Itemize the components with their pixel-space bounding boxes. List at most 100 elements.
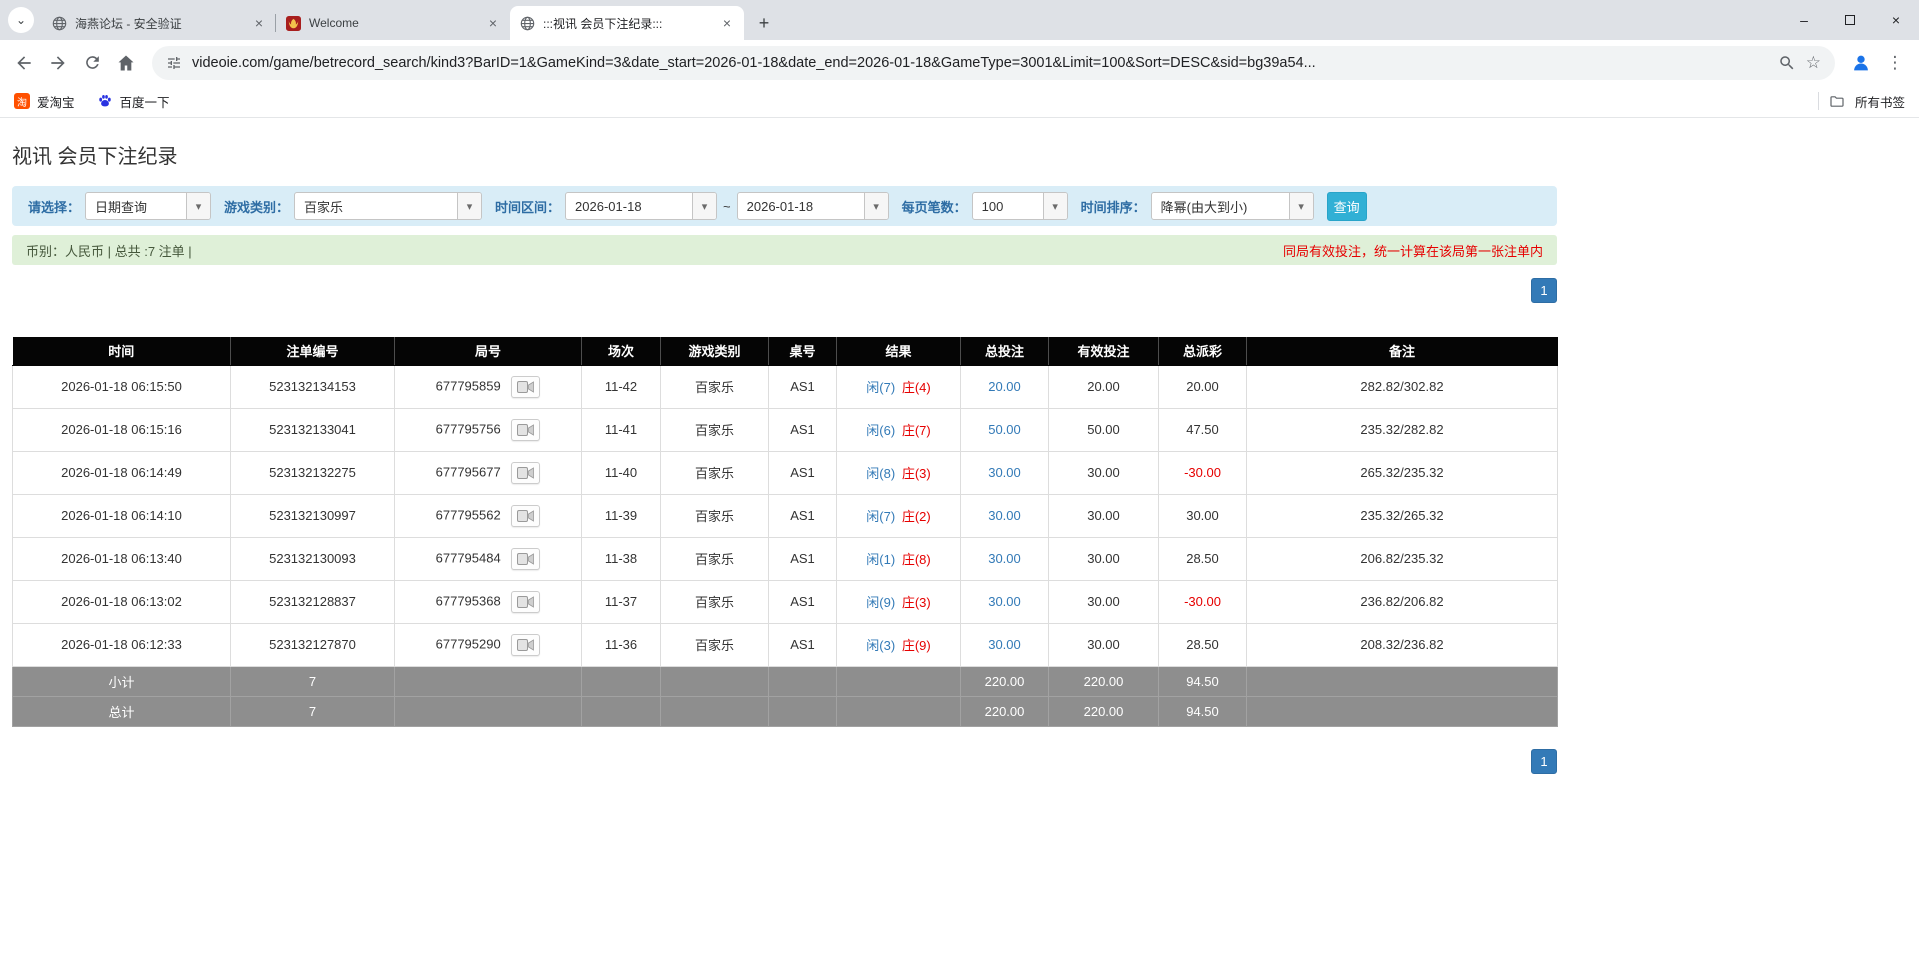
cell-session: 11-36 [582,623,661,666]
tab-bar: ⌄ 海燕论坛 - 安全验证 × Welcome × :::视讯 会员下注纪录::… [0,0,1919,40]
tab-forum[interactable]: 海燕论坛 - 安全验证 × [42,6,276,40]
bookmark-baidu[interactable]: 百度一下 [97,92,170,111]
date-start-input[interactable] [566,193,692,219]
dropdown-arrow-icon[interactable]: ▾ [186,193,210,219]
pagination-bottom: 1 [12,749,1557,774]
cell-payout: 47.50 [1159,408,1247,451]
all-bookmarks[interactable]: 所有书签 [1818,92,1905,111]
game-category-value: 百家乐 [295,193,457,219]
video-replay-button[interactable] [511,591,540,613]
bookmark-taobao[interactable]: 淘 爱淘宝 [14,92,75,111]
cell-remark: 206.82/235.32 [1247,537,1558,580]
cell-session: 11-39 [582,494,661,537]
zoom-icon[interactable] [1778,54,1796,72]
sort-order-select[interactable]: 降幂(由大到小) ▾ [1151,192,1314,220]
minimize-button[interactable]: – [1781,0,1827,40]
total-bet-link[interactable]: 30.00 [988,551,1021,566]
video-replay-button[interactable] [511,462,540,484]
result-player: 闲(3) [866,638,895,653]
cell-valid-bet: 30.00 [1049,494,1159,537]
total-bet-link[interactable]: 30.00 [988,637,1021,652]
game-category-select[interactable]: 百家乐 ▾ [294,192,482,220]
home-button[interactable] [110,47,142,79]
reload-button[interactable] [76,47,108,79]
summary-currency-count: 币别：人民币 | 总共 :7 注单 | [26,241,192,260]
back-button[interactable] [8,47,40,79]
total-bet-link[interactable]: 50.00 [988,422,1021,437]
profile-avatar[interactable] [1845,47,1877,79]
payout-value: -30.00 [1184,465,1221,480]
search-button[interactable]: 查询 [1327,192,1367,221]
subtotal-label: 小计 [13,666,231,696]
bookmark-star-icon[interactable]: ☆ [1806,53,1821,73]
cell-game: 百家乐 [661,580,769,623]
dropdown-arrow-icon[interactable]: ▾ [1043,193,1067,219]
video-replay-button[interactable] [511,419,540,441]
cell-result: 闲(3) 庄(9) [837,623,961,666]
total-bet-link[interactable]: 30.00 [988,508,1021,523]
dropdown-arrow-icon[interactable]: ▾ [692,193,716,219]
plus-icon: + [759,13,770,34]
video-replay-button[interactable] [511,548,540,570]
person-icon [1850,52,1872,74]
tab-search-button[interactable]: ⌄ [8,7,34,33]
header-round: 局号 [395,337,582,365]
video-replay-button[interactable] [511,634,540,656]
maximize-button[interactable] [1827,0,1873,40]
close-icon[interactable]: × [719,15,735,31]
close-window-button[interactable]: × [1873,0,1919,40]
new-tab-button[interactable]: + [750,9,778,37]
close-icon[interactable]: × [251,15,267,31]
date-start-picker[interactable]: ▾ [565,192,717,220]
close-icon[interactable]: × [485,15,501,31]
date-end-input[interactable] [738,193,864,219]
per-page-input[interactable] [973,193,1043,219]
page-1-button[interactable]: 1 [1531,749,1557,774]
payout-value: 28.50 [1186,551,1219,566]
cell-remark: 235.32/282.82 [1247,408,1558,451]
query-type-select[interactable]: 日期查询 ▾ [85,192,211,220]
page-1-button[interactable]: 1 [1531,278,1557,303]
subtotal-count: 7 [231,666,395,696]
cell-time: 2026-01-18 06:15:16 [13,408,231,451]
result-player: 闲(8) [866,466,895,481]
cell-valid-bet: 30.00 [1049,623,1159,666]
tab-welcome[interactable]: Welcome × [276,6,510,40]
site-settings-icon[interactable] [166,55,182,71]
dropdown-arrow-icon[interactable]: ▾ [864,193,888,219]
tab-bet-record[interactable]: :::视讯 会员下注纪录::: × [510,6,744,40]
result-banker: 庄(7) [902,423,931,438]
cell-round: 677795290 [395,623,582,666]
kebab-menu-icon: ⋮ [1887,53,1904,73]
cell-result: 闲(7) 庄(4) [837,365,961,408]
cell-result: 闲(9) 庄(3) [837,580,961,623]
total-bet-link[interactable]: 30.00 [988,594,1021,609]
result-banker: 庄(2) [902,509,931,524]
grand-total-valid-bet: 220.00 [1049,696,1159,726]
dropdown-arrow-icon[interactable]: ▾ [457,193,481,219]
round-number: 677795484 [436,550,501,565]
chevron-down-icon: ⌄ [16,13,26,27]
reload-icon [83,53,102,72]
video-replay-button[interactable] [511,505,540,527]
round-number: 677795756 [436,421,501,436]
query-type-value: 日期查询 [86,193,186,219]
round-number: 677795368 [436,593,501,608]
dropdown-arrow-icon[interactable]: ▾ [1289,193,1313,219]
forward-button[interactable] [42,47,74,79]
total-bet-link[interactable]: 30.00 [988,465,1021,480]
video-camera-icon [517,639,534,651]
date-end-picker[interactable]: ▾ [737,192,889,220]
cell-game: 百家乐 [661,494,769,537]
per-page-select[interactable]: ▾ [972,192,1068,220]
total-bet-link[interactable]: 20.00 [988,379,1021,394]
url-bar[interactable]: videoie.com/game/betrecord_search/kind3?… [152,46,1835,80]
cell-game: 百家乐 [661,537,769,580]
video-replay-button[interactable] [511,376,540,398]
result-banker: 庄(4) [902,380,931,395]
cell-bet-id: 523132132275 [231,451,395,494]
payout-value: 30.00 [1186,508,1219,523]
cell-valid-bet: 30.00 [1049,451,1159,494]
browser-menu-button[interactable]: ⋮ [1879,47,1911,79]
header-table: 桌号 [769,337,837,365]
